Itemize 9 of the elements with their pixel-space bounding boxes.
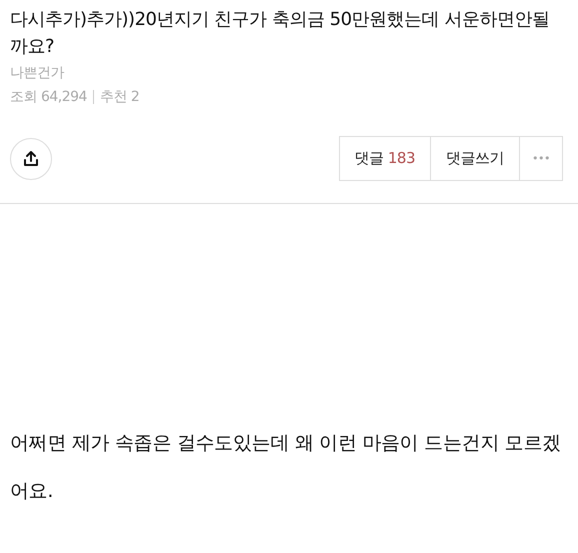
share-icon [22,150,40,168]
post-title: 다시추가)추가))20년지기 친구가 축의금 50만원했는데 서운하면안될까요? [10,8,550,59]
view-count: 조회 64,294 [10,88,87,106]
write-comment-button[interactable]: 댓글쓰기 [430,136,520,181]
author-name: 나쁜건가 [10,64,66,82]
comments-button[interactable]: 댓글 183 [338,136,432,181]
recommend-count: 추천 2 [100,88,140,106]
body-paragraph: 어쩌면 제가 속좁은 걸수도있는데 왜 이런 마음이 드는건지 모르겠어요. [10,431,562,504]
share-button[interactable] [10,138,52,180]
